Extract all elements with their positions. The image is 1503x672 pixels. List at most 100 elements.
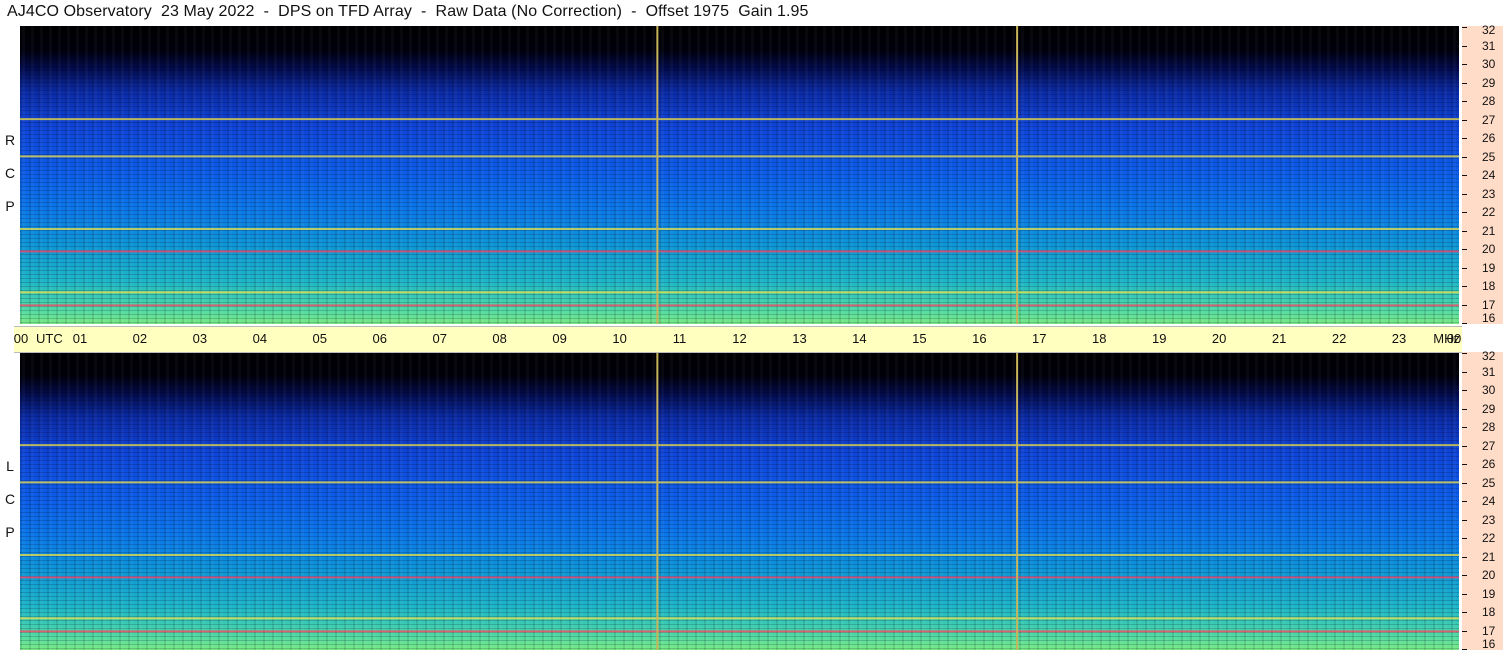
time-tick-label: 16 bbox=[972, 331, 987, 346]
freq-tick-mark bbox=[1462, 538, 1467, 539]
freq-tick-label: 21 bbox=[1482, 549, 1496, 564]
freq-tick-label: 18 bbox=[1482, 605, 1496, 619]
time-tick-label: 10 bbox=[612, 331, 627, 346]
freq-tick-label: 28 bbox=[1482, 420, 1496, 434]
freq-tick-mark bbox=[1462, 593, 1467, 595]
interference-band bbox=[20, 444, 1459, 447]
time-tick-label: 02 bbox=[132, 331, 148, 346]
freq-tick-label: 32 bbox=[1482, 23, 1496, 37]
freq-tick-label: 16 bbox=[1482, 637, 1496, 651]
freq-tick-mark bbox=[1462, 408, 1467, 410]
freq-tick-label: 16 bbox=[1482, 311, 1496, 325]
freq-tick-mark bbox=[1462, 175, 1467, 176]
freq-axis-lcp: 32 31 30 29 28 27 26 25 24 23 22 21 20 19 18 17 16 bbox=[1462, 349, 1503, 651]
polarization-letter: R bbox=[4, 132, 16, 148]
polarization-letter: C bbox=[4, 491, 16, 507]
time-tick-label: 18 bbox=[1092, 331, 1107, 346]
time-tick-label: 00 bbox=[13, 331, 29, 346]
freq-tick-label: 25 bbox=[1482, 475, 1496, 490]
time-tick-label: 19 bbox=[1151, 331, 1167, 346]
freq-tick-label: 24 bbox=[1482, 168, 1496, 182]
freq-unit-label: MHz bbox=[1433, 331, 1460, 346]
time-tick-label: 07 bbox=[432, 331, 447, 346]
interference-band bbox=[20, 228, 1459, 231]
freq-tick-label: 23 bbox=[1482, 512, 1496, 527]
freq-tick-mark bbox=[1462, 304, 1467, 306]
freq-tick-mark bbox=[1462, 353, 1467, 354]
freq-tick-label: 31 bbox=[1482, 38, 1496, 53]
freq-tick-mark bbox=[1462, 212, 1467, 213]
freq-tick-label: 27 bbox=[1482, 438, 1496, 453]
freq-tick-mark bbox=[1462, 649, 1467, 650]
freq-axis-rcp: 32 31 30 29 28 27 26 25 24 23 22 21 20 19 18 17 16 bbox=[1462, 23, 1503, 325]
time-tick-label: 21 bbox=[1271, 331, 1287, 346]
freq-tick-mark bbox=[1462, 119, 1467, 121]
freq-tick-mark bbox=[1462, 82, 1467, 84]
freq-tick-label: 24 bbox=[1482, 494, 1496, 508]
freq-tick-mark bbox=[1462, 630, 1467, 632]
freq-tick-label: 22 bbox=[1482, 205, 1496, 219]
freq-tick-label: 20 bbox=[1482, 568, 1496, 582]
polarization-label-lcp: L C P bbox=[0, 450, 20, 549]
polarization-letter: C bbox=[4, 165, 16, 181]
freq-tick-mark bbox=[1462, 575, 1467, 576]
freq-tick-mark bbox=[1462, 519, 1467, 521]
polarization-letter: L bbox=[6, 458, 14, 474]
spectrogram-lcp bbox=[20, 352, 1459, 650]
freq-tick-label: 30 bbox=[1482, 383, 1496, 397]
time-tick-label: 01 bbox=[72, 331, 88, 346]
freq-tick-label: 25 bbox=[1482, 149, 1496, 164]
time-tick-label: 03 bbox=[192, 331, 208, 346]
time-tick-label: 22 bbox=[1331, 331, 1347, 346]
freq-tick-mark bbox=[1462, 464, 1467, 465]
freq-tick-label: 30 bbox=[1482, 57, 1496, 71]
time-tick-label: 13 bbox=[792, 331, 807, 346]
freq-tick-mark bbox=[1462, 156, 1467, 158]
time-unit-label: UTC bbox=[36, 331, 63, 346]
freq-tick-label: 20 bbox=[1482, 242, 1496, 256]
interference-band bbox=[20, 576, 1459, 579]
interference-band bbox=[20, 155, 1459, 158]
freq-tick-label: 19 bbox=[1482, 586, 1496, 601]
spectrogram-rcp bbox=[20, 26, 1459, 324]
freq-tick-mark bbox=[1462, 371, 1467, 373]
interference-band bbox=[20, 118, 1459, 121]
time-tick-label: 12 bbox=[732, 331, 747, 346]
time-tick-label: 09 bbox=[552, 331, 567, 346]
freq-tick-label: 18 bbox=[1482, 279, 1496, 293]
freq-tick-mark bbox=[1462, 427, 1467, 428]
freq-tick-mark bbox=[1462, 230, 1467, 232]
time-tick-label: 23 bbox=[1391, 331, 1407, 346]
interference-band bbox=[20, 250, 1459, 253]
time-tick-label: 04 bbox=[252, 331, 268, 346]
interference-band bbox=[20, 304, 1459, 307]
freq-tick-mark bbox=[1462, 267, 1467, 269]
freq-tick-mark bbox=[1462, 286, 1467, 287]
freq-tick-label: 32 bbox=[1482, 349, 1496, 363]
freq-tick-label: 22 bbox=[1482, 531, 1496, 545]
freq-tick-mark bbox=[1462, 556, 1467, 558]
interference-band bbox=[20, 481, 1459, 484]
time-tick-label: 20 bbox=[1211, 331, 1227, 346]
freq-tick-label: 26 bbox=[1482, 131, 1496, 145]
freq-tick-label: 17 bbox=[1482, 623, 1496, 638]
freq-tick-mark bbox=[1462, 501, 1467, 502]
freq-tick-mark bbox=[1462, 27, 1467, 28]
freq-tick-mark bbox=[1462, 138, 1467, 139]
freq-tick-label: 29 bbox=[1482, 401, 1496, 416]
time-tick-label: 06 bbox=[372, 331, 387, 346]
freq-tick-mark bbox=[1462, 482, 1467, 484]
time-axis: 00 01 02 03 04 05 06 07 08 09 10 11 12 13 14 15 16 17 18 19… bbox=[14, 326, 1462, 353]
time-tick-label: 11 bbox=[672, 331, 687, 346]
freq-tick-mark bbox=[1462, 193, 1467, 195]
time-tick-label: 08 bbox=[492, 331, 507, 346]
freq-tick-label: 28 bbox=[1482, 94, 1496, 108]
polarization-letter: P bbox=[5, 524, 15, 540]
time-tick-label: 05 bbox=[312, 331, 328, 346]
freq-tick-mark bbox=[1462, 323, 1467, 324]
freq-tick-label: 21 bbox=[1482, 223, 1496, 238]
freq-tick-mark bbox=[1462, 445, 1467, 447]
freq-tick-label: 27 bbox=[1482, 112, 1496, 127]
interference-band bbox=[20, 630, 1459, 633]
rcp-overlay bbox=[20, 26, 1459, 324]
